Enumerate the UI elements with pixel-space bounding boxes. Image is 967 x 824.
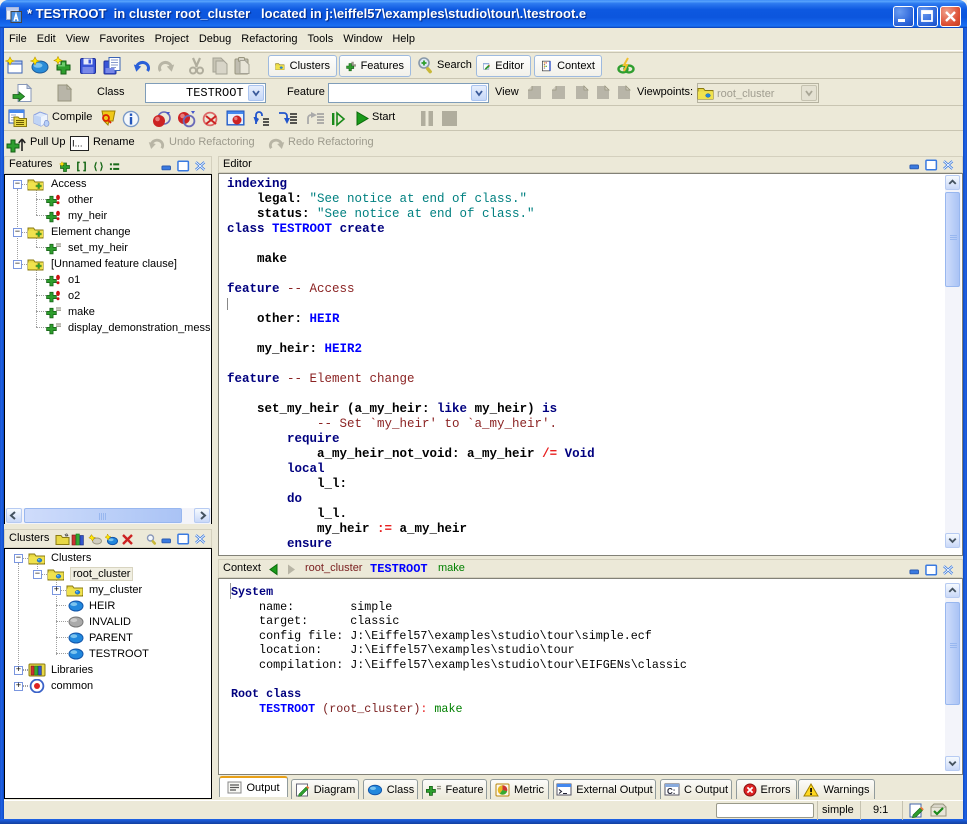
svg-text:I...: I...: [72, 139, 83, 150]
svg-text:C:: C:: [667, 787, 675, 796]
